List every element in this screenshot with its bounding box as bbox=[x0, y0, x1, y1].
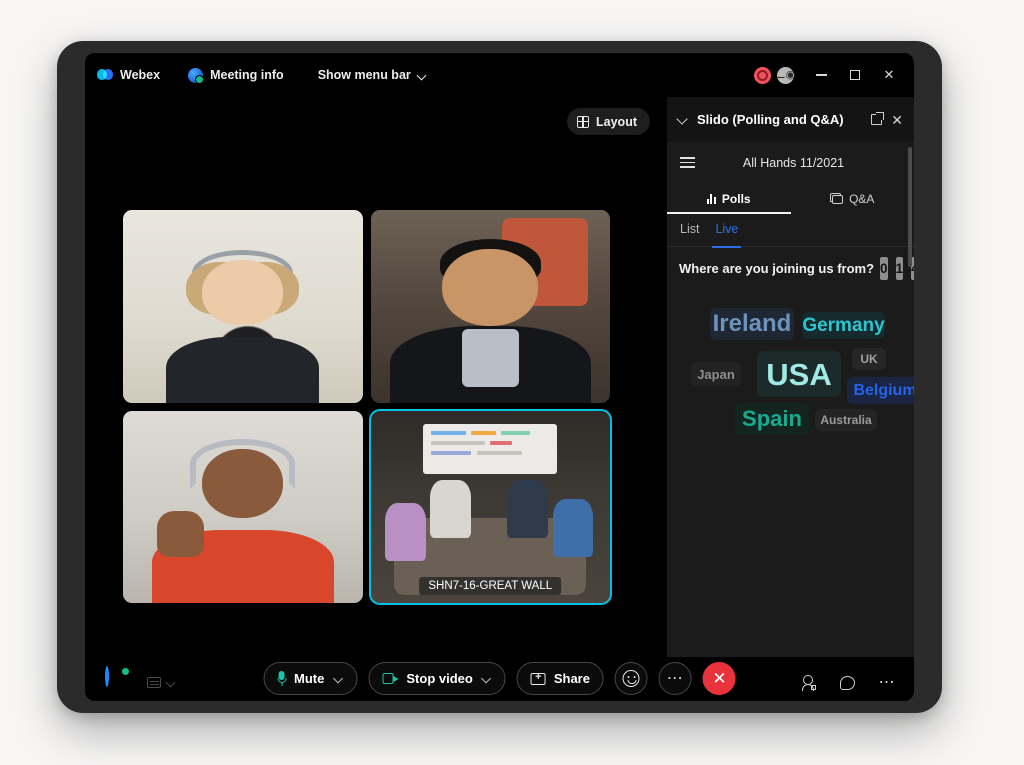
meeting-info-label: Meeting info bbox=[210, 68, 284, 82]
participant-tile-3[interactable] bbox=[123, 410, 363, 603]
center-controls: Mute Stop video Share bbox=[263, 662, 736, 695]
participants-icon[interactable] bbox=[801, 675, 816, 691]
layout-button[interactable]: Layout bbox=[567, 108, 650, 135]
stop-video-button[interactable]: Stop video bbox=[368, 662, 506, 695]
speech-bubbles-icon bbox=[830, 193, 844, 204]
participant-tile-4[interactable]: SHN7-16-GREAT WALL bbox=[368, 408, 612, 605]
participant-video-2 bbox=[370, 210, 610, 403]
window-screen: Webex Meeting info Show menu bar ⚊◉ ✕ La… bbox=[85, 53, 914, 701]
panel-scrollbar[interactable] bbox=[908, 147, 912, 267]
show-menu-bar-label: Show menu bar bbox=[317, 68, 411, 82]
webex-brand[interactable]: Webex bbox=[97, 68, 160, 82]
sub-tab-live[interactable]: Live bbox=[712, 222, 742, 248]
word-cloud-item: Belgium bbox=[847, 377, 914, 404]
window-frame: Webex Meeting info Show menu bar ⚊◉ ✕ La… bbox=[57, 41, 942, 713]
window-controls: ⚊◉ ✕ bbox=[754, 53, 904, 97]
share-label: Share bbox=[553, 671, 590, 686]
camera-icon bbox=[382, 673, 399, 684]
slido-tabs: Polls Q&A bbox=[667, 183, 914, 214]
participant-tile-2[interactable] bbox=[370, 210, 610, 403]
layout-button-label: Layout bbox=[596, 114, 637, 129]
slido-panel-title: Slido (Polling and Q&A) bbox=[697, 112, 844, 127]
slido-sub-tabs: List Live bbox=[667, 214, 914, 248]
meeting-control-bar: Mute Stop video Share bbox=[85, 657, 914, 701]
key-icon[interactable]: ⚊◉ bbox=[776, 66, 795, 84]
word-cloud-item: Ireland bbox=[710, 308, 794, 340]
poll-word-cloud: Ireland Germany USA Japan UK Belgium Spain Aust… bbox=[667, 306, 914, 496]
word-cloud-item: Australia bbox=[815, 409, 877, 431]
chevron-down-icon[interactable] bbox=[677, 114, 688, 125]
app-name-label: Webex bbox=[120, 68, 161, 82]
slido-panel-header: Slido (Polling and Q&A) ✕ bbox=[667, 97, 914, 142]
closed-captions-button[interactable] bbox=[147, 677, 176, 688]
chevron-down-icon bbox=[167, 678, 176, 687]
maximize-button[interactable] bbox=[840, 60, 870, 90]
tab-polls[interactable]: Polls bbox=[667, 183, 791, 214]
word-cloud-item: Japan bbox=[691, 362, 741, 386]
share-button[interactable]: Share bbox=[516, 662, 604, 695]
close-button[interactable]: ✕ bbox=[874, 60, 904, 90]
tab-qa-label: Q&A bbox=[849, 191, 875, 206]
webex-logo-icon bbox=[97, 68, 113, 82]
response-count-digit: 1 bbox=[895, 257, 904, 280]
response-count-digit: 0 bbox=[880, 257, 888, 280]
close-icon[interactable]: ✕ bbox=[891, 113, 903, 127]
poll-question-row: Where are you joining us from? 0 1 4 bbox=[667, 247, 914, 290]
stop-video-label: Stop video bbox=[406, 671, 473, 686]
word-cloud-item: UK bbox=[852, 348, 886, 370]
closed-captions-icon bbox=[147, 677, 161, 688]
right-controls: ⋯ bbox=[801, 674, 897, 691]
participant-name-label: SHN7-16-GREAT WALL bbox=[419, 577, 562, 595]
word-cloud-item: Germany bbox=[802, 312, 885, 339]
minimize-button[interactable] bbox=[806, 60, 836, 90]
mute-label: Mute bbox=[294, 671, 325, 686]
meeting-info-icon bbox=[188, 67, 205, 84]
meeting-info-button[interactable]: Meeting info bbox=[188, 67, 284, 84]
end-call-icon: ✕ bbox=[712, 668, 727, 688]
hamburger-menu-icon[interactable] bbox=[680, 154, 695, 171]
grid-icon bbox=[577, 115, 590, 128]
end-call-button[interactable]: ✕ bbox=[702, 662, 736, 695]
sub-tab-list[interactable]: List bbox=[680, 222, 699, 238]
show-menu-bar-button[interactable]: Show menu bar bbox=[318, 68, 427, 82]
tab-polls-label: Polls bbox=[721, 191, 751, 206]
app-root: Webex Meeting info Show menu bar ⚊◉ ✕ La… bbox=[0, 0, 1024, 765]
microphone-icon bbox=[277, 671, 287, 686]
slido-panel: Slido (Polling and Q&A) ✕ All Hands 11/2… bbox=[666, 97, 914, 657]
slido-toolbar: All Hands 11/2021 bbox=[667, 142, 914, 183]
chevron-down-icon[interactable] bbox=[334, 674, 343, 683]
mute-button[interactable]: Mute bbox=[263, 662, 358, 695]
record-indicator-icon[interactable] bbox=[754, 66, 771, 84]
participant-tile-1[interactable] bbox=[123, 210, 363, 403]
share-screen-icon bbox=[530, 670, 546, 685]
pop-out-icon[interactable] bbox=[871, 112, 885, 125]
more-options-button[interactable]: ⋯ bbox=[658, 662, 692, 695]
slido-event-name: All Hands 11/2021 bbox=[742, 155, 845, 170]
video-grid: SHN7-16-GREAT WALL bbox=[123, 210, 612, 605]
participant-video-4 bbox=[370, 410, 610, 603]
chevron-down-icon bbox=[418, 71, 427, 80]
tab-qa[interactable]: Q&A bbox=[791, 183, 915, 214]
poll-question-text: Where are you joining us from? bbox=[679, 261, 875, 276]
chevron-down-icon[interactable] bbox=[483, 674, 492, 683]
chat-icon[interactable] bbox=[839, 675, 855, 690]
bar-chart-icon bbox=[706, 193, 716, 204]
title-bar: Webex Meeting info Show menu bar ⚊◉ ✕ bbox=[85, 53, 914, 97]
webex-assistant-icon[interactable] bbox=[105, 666, 129, 692]
participant-video-3 bbox=[123, 410, 363, 603]
word-cloud-item: USA bbox=[757, 351, 841, 397]
reactions-button[interactable] bbox=[614, 662, 648, 695]
video-stage: Layout SHN7-16-GREAT WALL bbox=[85, 97, 666, 657]
reactions-smiley-icon bbox=[622, 670, 640, 687]
word-cloud-item: Spain bbox=[735, 403, 809, 435]
participant-video-1 bbox=[123, 210, 363, 403]
